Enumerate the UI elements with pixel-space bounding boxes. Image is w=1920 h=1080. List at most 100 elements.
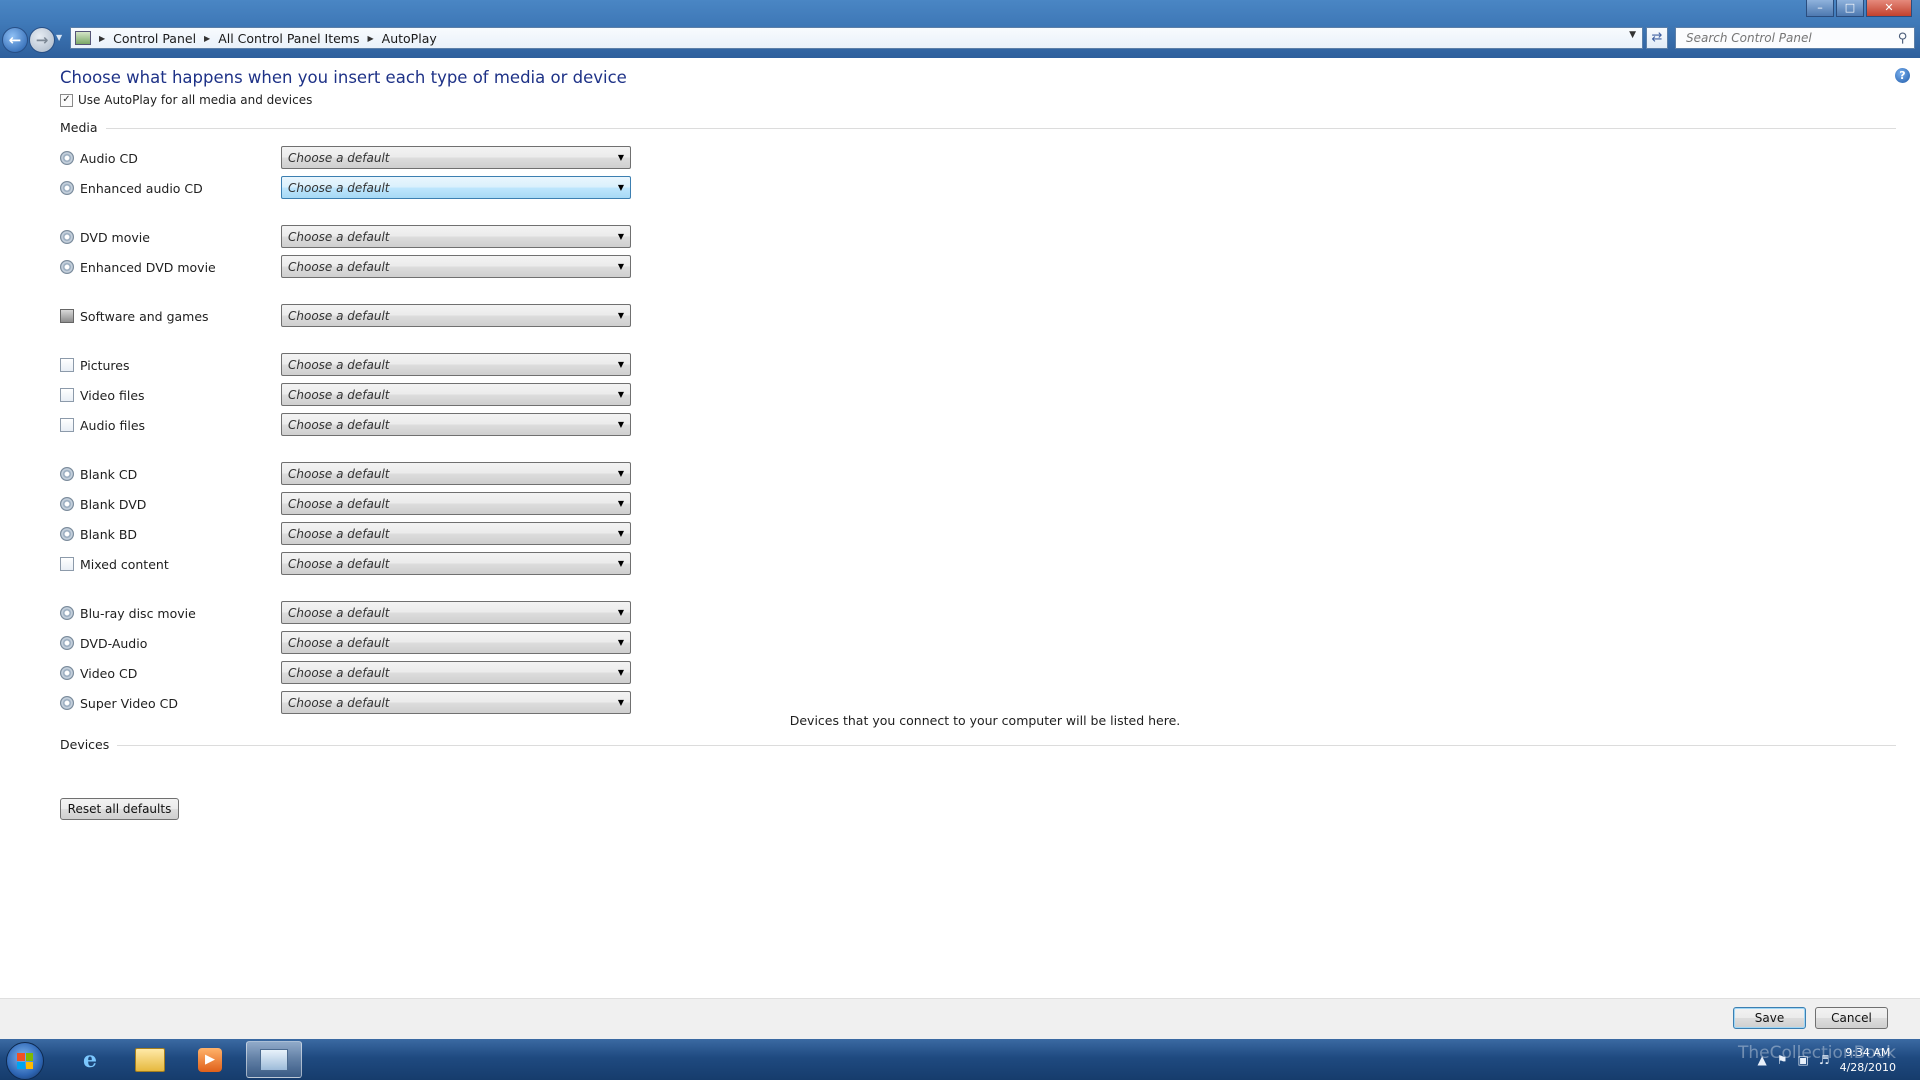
media-action-dropdown[interactable]: Choose a default ▼: [281, 255, 631, 278]
chevron-down-icon[interactable]: ▼: [614, 638, 628, 647]
media-action-dropdown[interactable]: Choose a default ▼: [281, 601, 631, 624]
clock[interactable]: 9:34 AM 4/28/2010: [1840, 1045, 1896, 1075]
breadcrumb-chevron-icon[interactable]: ▶: [204, 34, 210, 43]
media-label: DVD movie: [80, 229, 150, 245]
taskbar-ie-button[interactable]: e: [62, 1041, 118, 1078]
minimize-button[interactable]: –: [1806, 0, 1834, 17]
cancel-button[interactable]: Cancel: [1815, 1007, 1888, 1029]
maximize-button[interactable]: □: [1836, 0, 1864, 17]
taskbar-control-panel-button[interactable]: [246, 1041, 302, 1078]
chevron-down-icon[interactable]: ▼: [614, 183, 628, 192]
media-row: Mixed content: [60, 553, 280, 575]
chevron-down-icon[interactable]: ▼: [614, 529, 628, 538]
media-action-dropdown[interactable]: Choose a default ▼: [281, 691, 631, 714]
back-button[interactable]: ←: [2, 27, 28, 53]
show-hidden-icons-icon[interactable]: ▲: [1757, 1053, 1766, 1067]
media-row: Super Video CD: [60, 692, 280, 714]
reset-all-defaults-button[interactable]: Reset all defaults: [60, 798, 179, 820]
media-action-dropdown[interactable]: Choose a default ▼: [281, 631, 631, 654]
breadcrumb-control-panel[interactable]: Control Panel: [113, 31, 196, 46]
software-icon: [60, 309, 74, 323]
dropdown-selected-value: Choose a default: [288, 556, 390, 571]
refresh-icon: ⇄: [1651, 30, 1663, 45]
dropdown-selected-value: Choose a default: [288, 387, 390, 402]
close-button[interactable]: ✕: [1866, 0, 1912, 17]
dropdown-selected-value: Choose a default: [288, 605, 390, 620]
search-box[interactable]: ⚲: [1675, 27, 1915, 49]
dropdown-selected-value: Choose a default: [288, 526, 390, 541]
internet-explorer-icon: e: [83, 1046, 97, 1073]
use-autoplay-option[interactable]: ✓ Use AutoPlay for all media and devices: [60, 93, 312, 107]
search-input[interactable]: [1684, 30, 1898, 46]
chevron-down-icon[interactable]: ▼: [614, 698, 628, 707]
breadcrumb-all-items[interactable]: All Control Panel Items: [218, 31, 359, 46]
dropdown-selected-value: Choose a default: [288, 180, 390, 195]
forward-button[interactable]: →: [29, 27, 55, 53]
action-center-flag-icon[interactable]: ⚑: [1777, 1053, 1788, 1067]
refresh-button[interactable]: ⇄: [1646, 27, 1668, 49]
chevron-down-icon[interactable]: ▼: [614, 608, 628, 617]
chevron-down-icon[interactable]: ▼: [614, 232, 628, 241]
chevron-down-icon[interactable]: ▼: [614, 420, 628, 429]
media-action-dropdown[interactable]: Choose a default ▼: [281, 661, 631, 684]
start-button[interactable]: [6, 1042, 44, 1080]
dropdown-selected-value: Choose a default: [288, 150, 390, 165]
dropdown-selected-value: Choose a default: [288, 308, 390, 323]
use-autoplay-checkbox[interactable]: ✓: [60, 93, 73, 107]
recent-pages-dropdown[interactable]: ▼: [56, 33, 62, 42]
chevron-down-icon[interactable]: ▼: [614, 668, 628, 677]
video-file-icon: [60, 388, 74, 402]
use-autoplay-label[interactable]: Use AutoPlay for all media and devices: [78, 93, 312, 107]
chevron-down-icon[interactable]: ▼: [614, 499, 628, 508]
dropdown-selected-value: Choose a default: [288, 496, 390, 511]
media-action-dropdown[interactable]: Choose a default ▼: [281, 383, 631, 406]
blank-disc-icon: [60, 527, 74, 541]
media-label: Blu-ray disc movie: [80, 605, 196, 621]
media-action-dropdown[interactable]: Choose a default ▼: [281, 552, 631, 575]
breadcrumb-autoplay[interactable]: AutoPlay: [382, 31, 437, 46]
dialog-footer: [0, 998, 1920, 1040]
media-row: Blu-ray disc movie: [60, 602, 280, 624]
media-action-dropdown[interactable]: Choose a default ▼: [281, 462, 631, 485]
media-action-dropdown[interactable]: Choose a default ▼: [281, 225, 631, 248]
chevron-down-icon[interactable]: ▼: [614, 311, 628, 320]
media-action-dropdown[interactable]: Choose a default ▼: [281, 304, 631, 327]
media-label: Super Video CD: [80, 695, 178, 711]
chevron-down-icon[interactable]: ▼: [614, 469, 628, 478]
media-label: Audio files: [80, 417, 146, 433]
chevron-down-icon[interactable]: ▼: [614, 559, 628, 568]
taskbar-explorer-button[interactable]: [122, 1041, 178, 1078]
address-bar[interactable]: ▶ Control Panel ▶ All Control Panel Item…: [70, 27, 1643, 49]
divider: [105, 128, 1896, 129]
devices-heading: Devices: [60, 737, 110, 752]
address-dropdown-icon[interactable]: ▼: [1629, 30, 1636, 40]
media-action-dropdown[interactable]: Choose a default ▼: [281, 146, 631, 169]
disc-icon: [60, 151, 74, 165]
media-row: Video CD: [60, 662, 280, 684]
save-button[interactable]: Save: [1733, 1007, 1806, 1029]
bluray-icon: [60, 606, 74, 620]
media-label: Blank CD: [80, 466, 138, 482]
volume-icon[interactable]: ♬: [1819, 1053, 1830, 1067]
media-action-dropdown[interactable]: Choose a default ▼: [281, 353, 631, 376]
media-action-dropdown[interactable]: Choose a default ▼: [281, 176, 631, 199]
chevron-down-icon[interactable]: ▼: [614, 262, 628, 271]
window-controls: – □ ✕: [1806, 0, 1912, 17]
media-action-dropdown[interactable]: Choose a default ▼: [281, 492, 631, 515]
chevron-down-icon[interactable]: ▼: [614, 360, 628, 369]
media-action-dropdown[interactable]: Choose a default ▼: [281, 522, 631, 545]
disc-icon: [60, 181, 74, 195]
media-label: Enhanced audio CD: [80, 180, 203, 196]
chevron-down-icon[interactable]: ▼: [614, 153, 628, 162]
taskbar-media-player-button[interactable]: ▶: [182, 1041, 238, 1078]
blank-disc-icon: [60, 497, 74, 511]
divider: [117, 745, 1896, 746]
chevron-down-icon[interactable]: ▼: [614, 390, 628, 399]
breadcrumb-chevron-icon[interactable]: ▶: [368, 34, 374, 43]
media-label: DVD-Audio: [80, 635, 148, 651]
breadcrumb-chevron-icon[interactable]: ▶: [99, 34, 105, 43]
media-action-dropdown[interactable]: Choose a default ▼: [281, 413, 631, 436]
search-icon[interactable]: ⚲: [1898, 31, 1908, 46]
help-icon[interactable]: ?: [1895, 68, 1910, 83]
network-icon[interactable]: ▣: [1797, 1053, 1808, 1067]
